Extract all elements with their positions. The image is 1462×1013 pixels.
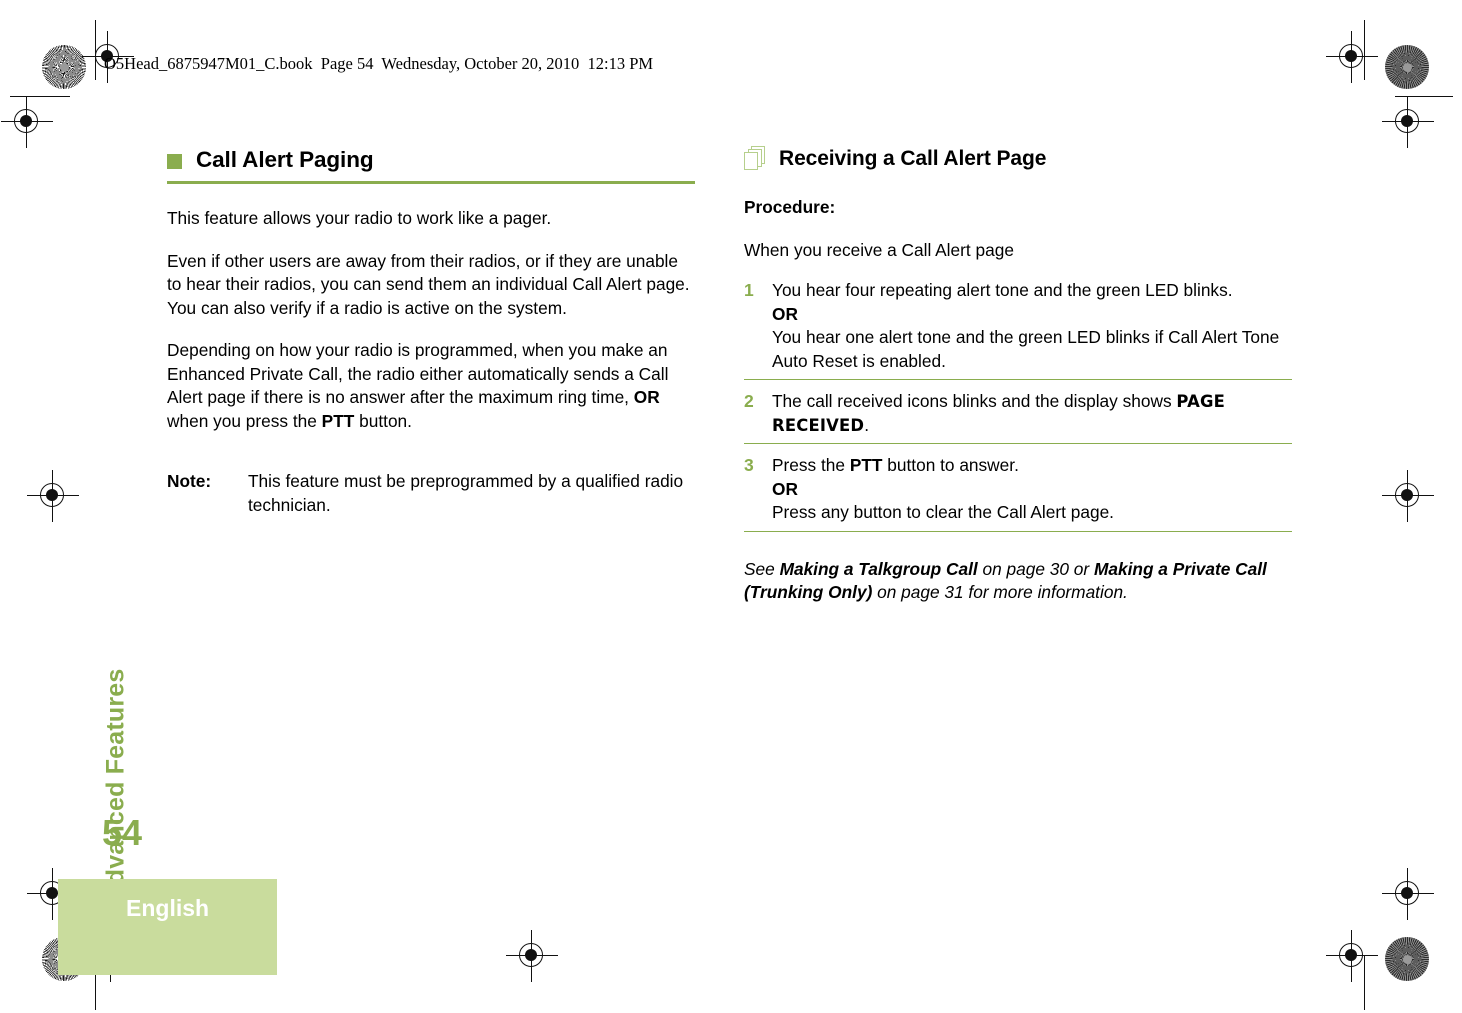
trim-line-top-right-horizontal [1395,96,1453,98]
step-prefix: Press the [772,455,850,475]
paragraph-away-radios: Even if other users are away from their … [167,250,690,318]
section-title-call-alert-paging: Call Alert Paging [167,146,695,174]
see-also-mid-2: on page 31 for more information. [872,582,1128,602]
registration-crosshair-mid-right [1382,470,1434,522]
registration-crosshair-bottom-right [1382,868,1434,920]
registration-crosshair-top-inner-right [1326,31,1378,83]
registration-rosette-top-left [42,45,86,89]
note-label: Note: [167,471,212,491]
printed-page: O5Head_6875947M01_C.book Page 54 Wednesd… [0,0,1462,1013]
step-number: 3 [744,455,754,475]
step-number: 2 [744,391,754,411]
see-also-lead: See [744,558,780,579]
registration-rosette-top-right [1385,45,1429,89]
square-bullet-icon [167,153,182,169]
step-number: 1 [744,280,754,300]
step-text: The call received icons blinks and the d… [772,390,1292,437]
step-suffix: button to answer. [882,455,1019,475]
registration-crosshair-bottom-center [506,930,558,982]
paragraph-programming-lead: Depending on how your radio is programme… [167,340,669,407]
step-text: You hear four repeating alert tone and t… [772,279,1292,373]
step-line-2: Press any button to clear the Call Alert… [772,502,1114,522]
inline-bold-or: OR [633,387,660,407]
step-or-label: OR [772,303,798,324]
registration-crosshair-top-right [1382,96,1434,148]
procedure-label: Procedure: [744,197,836,217]
language-label: English [126,895,210,921]
page-number: 54 [102,812,143,853]
note-text: This feature must be preprogrammed by a … [248,471,684,515]
paragraph-programming-end: button. [354,410,412,431]
section-title-text: Call Alert Paging [196,147,374,172]
step-prefix: The call received icons blinks and the d… [772,391,1177,411]
trim-line-top-right-vertical [1364,20,1366,80]
procedure-intro: When you receive a Call Alert page [744,239,1014,260]
section-title-text: Receiving a Call Alert Page [779,147,1047,170]
registration-crosshair-top-left [1,96,53,148]
paragraph-programming-mid: when you press the [167,410,322,431]
step-1: 1 You hear four repeating alert tone and… [744,279,1292,380]
stacked-pages-icon [744,146,766,172]
step-3: 3 Press the PTT button to answer. OR Pre… [744,454,1292,532]
trim-line-top-left-vertical [95,20,97,80]
procedure-steps: 1 You hear four repeating alert tone and… [744,279,1292,532]
registration-rosette-bottom-right [1385,937,1429,981]
inline-bold-ptt: PTT [321,410,355,431]
language-block: English [58,879,277,975]
see-also-reference-1: Making a Talkgroup Call [779,558,978,579]
chapter-tab-label: Advanced Features [101,668,130,903]
see-also-mid-1: on page 30 or [977,558,1094,579]
step-line-1: You hear four repeating alert tone and t… [772,280,1233,300]
chapter-tab: Advanced Features [96,470,136,902]
trim-line-top-left-horizontal [10,96,70,98]
trim-line-bottom-right-vertical [1364,955,1366,1010]
paragraph-programming: Depending on how your radio is programme… [167,339,695,433]
note-block: Note: This feature must be preprogrammed… [167,470,695,517]
paragraph-intro: This feature allows your radio to work l… [167,208,552,228]
inline-bold-ptt: PTT [849,455,883,475]
step-2: 2 The call received icons blinks and the… [744,390,1292,444]
running-header: O5Head_6875947M01_C.book Page 54 Wednesd… [104,54,654,73]
step-or-label: OR [772,478,798,499]
registration-crosshair-mid-left [27,470,79,522]
see-also-paragraph: See Making a Talkgroup Call on page 30 o… [744,558,1292,605]
left-column: Call Alert Paging This feature allows yo… [167,146,695,517]
right-column: Receiving a Call Alert Page Procedure: W… [744,146,1292,605]
section-title-receiving-call-alert-page: Receiving a Call Alert Page [744,146,1292,172]
step-text: Press the PTT button to answer. OR Press… [772,454,1292,525]
registration-crosshair-bottom-inner-right [1326,930,1378,982]
step-suffix: . [864,414,870,435]
step-line-2: You hear one alert tone and the green LE… [772,327,1280,371]
